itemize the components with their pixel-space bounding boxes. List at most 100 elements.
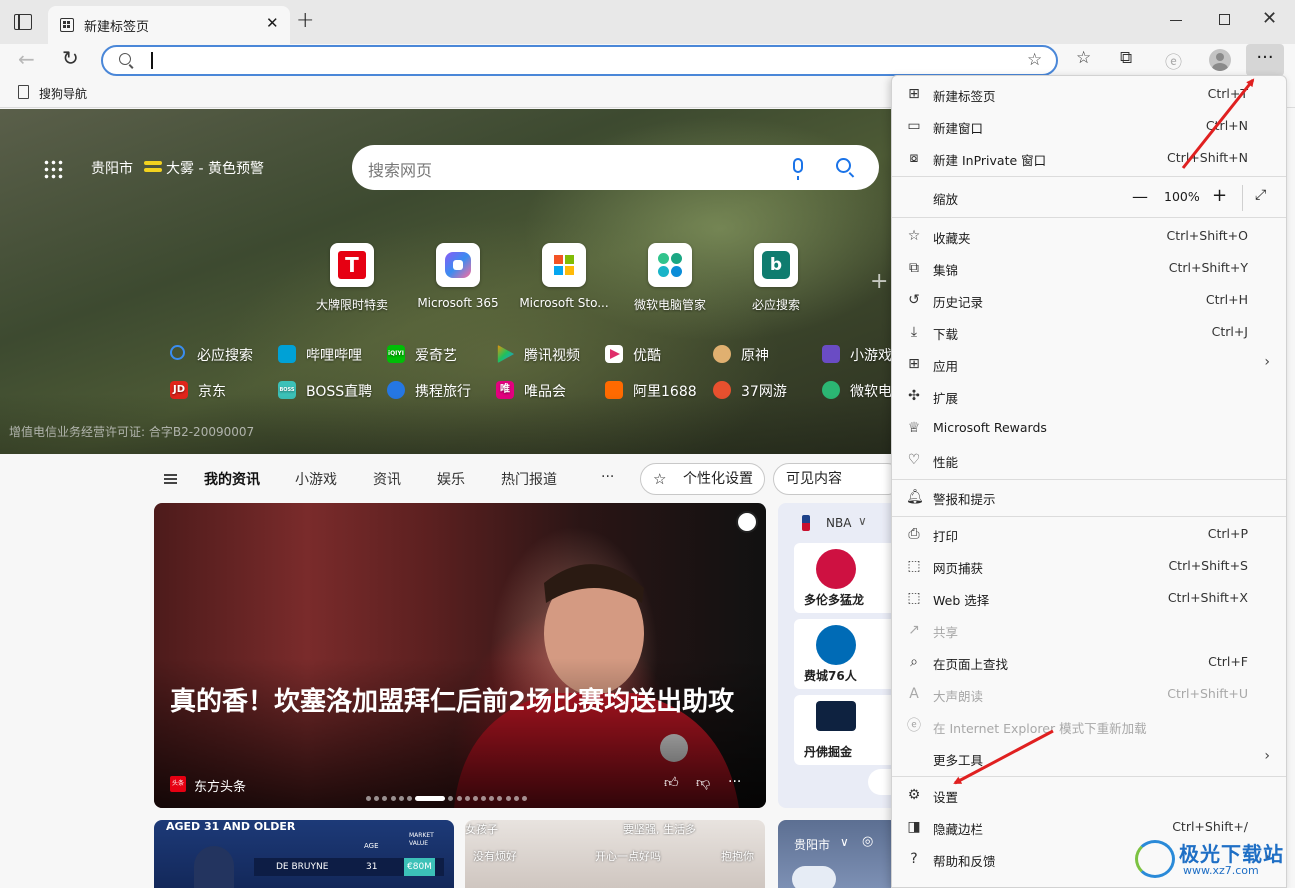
tab-trending[interactable]: 热门报道 (501, 469, 557, 489)
chevron-down-icon[interactable]: ∨ (858, 514, 867, 528)
carousel-dot[interactable] (382, 796, 388, 801)
weather-alert[interactable]: 大雾 - 黄色预警 (166, 158, 264, 178)
menu-settings[interactable]: ⚙ 设置 (892, 779, 1286, 811)
team-76ers[interactable]: 费城76人 (794, 619, 898, 689)
dislike-icon[interactable]: 👎︎ (696, 774, 710, 791)
source-name[interactable]: 东方头条 (194, 776, 246, 795)
tile-microsoft-365[interactable]: Microsoft 365 (410, 243, 506, 310)
globe-icon[interactable]: ◎ (862, 834, 873, 849)
zoom-out-button[interactable]: — (1132, 189, 1148, 205)
tab-my-feed[interactable]: 我的资讯 (204, 469, 260, 489)
tile-sale[interactable]: T 大牌限时特卖 (304, 243, 400, 313)
carousel-dot[interactable] (398, 796, 404, 801)
carousel-dot-active[interactable] (415, 796, 446, 801)
chevron-down-icon[interactable]: ∨ (840, 835, 849, 849)
menu-favorites[interactable]: ☆ 收藏夹 Ctrl+Shift+O (892, 220, 1286, 252)
add-favorite-icon[interactable]: ☆ (1027, 50, 1042, 70)
menu-print[interactable]: ⎙ 打印 Ctrl+P (892, 518, 1286, 550)
menu-more-tools[interactable]: 更多工具 › (892, 742, 1286, 774)
menu-history[interactable]: ↺ 历史记录 Ctrl+H (892, 284, 1286, 316)
address-bar[interactable]: ☆ (101, 45, 1058, 76)
license-text[interactable]: 增值电信业务经营许可证: 合字B2-20090007 (9, 423, 254, 440)
carousel-dot[interactable] (497, 796, 503, 801)
team-raptors[interactable]: 多伦多猛龙 (794, 543, 898, 613)
menu-apps[interactable]: ⊞ 应用 › (892, 348, 1286, 380)
carousel-dot[interactable] (505, 796, 511, 801)
close-window-button[interactable]: ✕ (1262, 8, 1277, 29)
menu-inprivate[interactable]: ⧇ 新建 InPrivate 窗口 Ctrl+Shift+N (892, 142, 1286, 174)
tab-entertainment[interactable]: 娱乐 (437, 469, 465, 489)
app-launcher-icon[interactable] (43, 159, 63, 179)
menu-new-window[interactable]: ▭ 新建窗口 Ctrl+N (892, 110, 1286, 142)
visible-content-button[interactable]: 可见内容 (773, 463, 903, 495)
menu-web-capture[interactable]: ⬚ 网页捕获 Ctrl+Shift+S (892, 550, 1286, 582)
web-search-box[interactable]: 搜索网页 (352, 145, 879, 190)
carousel-dot[interactable] (489, 796, 495, 801)
nba-title[interactable]: NBA (826, 516, 851, 530)
weather-city[interactable]: 贵阳市 (91, 158, 133, 178)
menu-alerts[interactable]: 🔔︎ 警报和提示 (892, 481, 1286, 513)
menu-rewards[interactable]: ♕ Microsoft Rewards (892, 412, 1286, 444)
tile-bing[interactable]: b 必应搜索 (728, 243, 824, 313)
carousel-dot[interactable] (456, 796, 462, 801)
carousel-dot[interactable] (448, 796, 454, 801)
menu-extensions[interactable]: ✣ 扩展 (892, 380, 1286, 412)
carousel-dot[interactable] (464, 796, 470, 801)
menu-share[interactable]: ↗ 共享 (892, 614, 1286, 646)
carousel-dot[interactable] (366, 796, 371, 801)
tab-news[interactable]: 资讯 (373, 469, 401, 489)
close-tab-icon[interactable]: ✕ (266, 14, 279, 32)
carousel-dots[interactable] (366, 796, 530, 802)
add-tile-button[interactable]: + (870, 269, 888, 294)
search-icon[interactable] (836, 158, 851, 173)
favorites-icon[interactable]: ☆ (1076, 48, 1091, 68)
like-icon[interactable]: 👍︎ (664, 774, 679, 791)
back-button[interactable]: ← (18, 47, 35, 71)
menu-new-tab[interactable]: ⊞ 新建标签页 Ctrl+T (892, 78, 1286, 110)
menu-downloads[interactable]: ⤓ 下载 Ctrl+J (892, 316, 1286, 348)
more-tabs-button[interactable]: ··· (601, 469, 614, 485)
address-input[interactable] (155, 50, 1015, 72)
main-news-card[interactable]: 真的香！坎塞洛加盟拜仁后前2场比赛均送出助攻 头条 东方头条 👍︎ 👎︎ ··· (154, 503, 766, 808)
menu-performance[interactable]: ♡ 性能 (892, 444, 1286, 476)
menu-web-select[interactable]: ⬚ Web 选择 Ctrl+Shift+X (892, 582, 1286, 614)
menu-collections[interactable]: ⧉ 集锦 Ctrl+Shift+Y (892, 252, 1286, 284)
headline[interactable]: 真的香！坎塞洛加盟拜仁后前2场比赛均送出助攻 (170, 683, 760, 721)
comic-card[interactable]: 女孩子 要坚强, 生活多 没有烦好 开心一点好吗 抱抱你 (465, 820, 765, 888)
microphone-icon[interactable] (793, 158, 803, 180)
team-nuggets[interactable]: 丹佛掘金 (794, 695, 898, 765)
maximize-button[interactable] (1219, 14, 1230, 25)
refresh-button[interactable]: ↻ (62, 46, 79, 70)
stats-card[interactable]: AGED 31 AND OLDER AGE MARKET VALUE DE BR… (154, 820, 454, 888)
carousel-dot[interactable] (406, 796, 412, 801)
tab-mini-games[interactable]: 小游戏 (295, 469, 337, 489)
menu-find[interactable]: ⌕ 在页面上查找 Ctrl+F (892, 646, 1286, 678)
zoom-in-button[interactable]: + (1212, 185, 1227, 206)
carousel-dot[interactable] (374, 796, 380, 801)
search-placeholder[interactable]: 搜索网页 (368, 157, 432, 181)
carousel-dot[interactable] (390, 796, 396, 801)
profile-avatar[interactable] (1209, 49, 1231, 71)
minimize-button[interactable] (1170, 20, 1182, 22)
new-tab-button[interactable]: + (296, 10, 314, 32)
tile-pc-manager[interactable]: 微软电脑管家 (622, 243, 718, 313)
menu-icon[interactable] (164, 474, 177, 476)
help-icon: ? (910, 851, 918, 867)
favorite-sogou[interactable]: 搜狗导航 (39, 85, 87, 102)
tile-microsoft-store[interactable]: Microsoft Sto... (516, 243, 612, 310)
ie-mode-icon[interactable]: ⓔ (1165, 48, 1182, 73)
carousel-dot[interactable] (513, 796, 519, 801)
menu-read-aloud[interactable]: A 大声朗读 Ctrl+Shift+U (892, 678, 1286, 710)
tab-actions-icon[interactable] (14, 14, 32, 30)
more-options-icon[interactable]: ··· (728, 774, 741, 790)
personalize-button[interactable]: ☆ 个性化设置 (640, 463, 765, 495)
tab-new-tab[interactable]: 新建标签页 ✕ (48, 6, 290, 44)
carousel-dot[interactable] (481, 796, 487, 801)
fullscreen-icon[interactable]: ⤢ (1255, 187, 1266, 203)
settings-and-more-button[interactable]: ··· (1246, 44, 1284, 76)
weather-card[interactable]: 贵阳市 ∨ ◎ (778, 820, 898, 888)
carousel-dot[interactable] (472, 796, 478, 801)
menu-ie-mode[interactable]: ⓔ 在 Internet Explorer 模式下重新加载 (892, 710, 1286, 742)
collections-icon[interactable]: ⧉ (1120, 48, 1132, 68)
carousel-dot[interactable] (522, 796, 527, 801)
